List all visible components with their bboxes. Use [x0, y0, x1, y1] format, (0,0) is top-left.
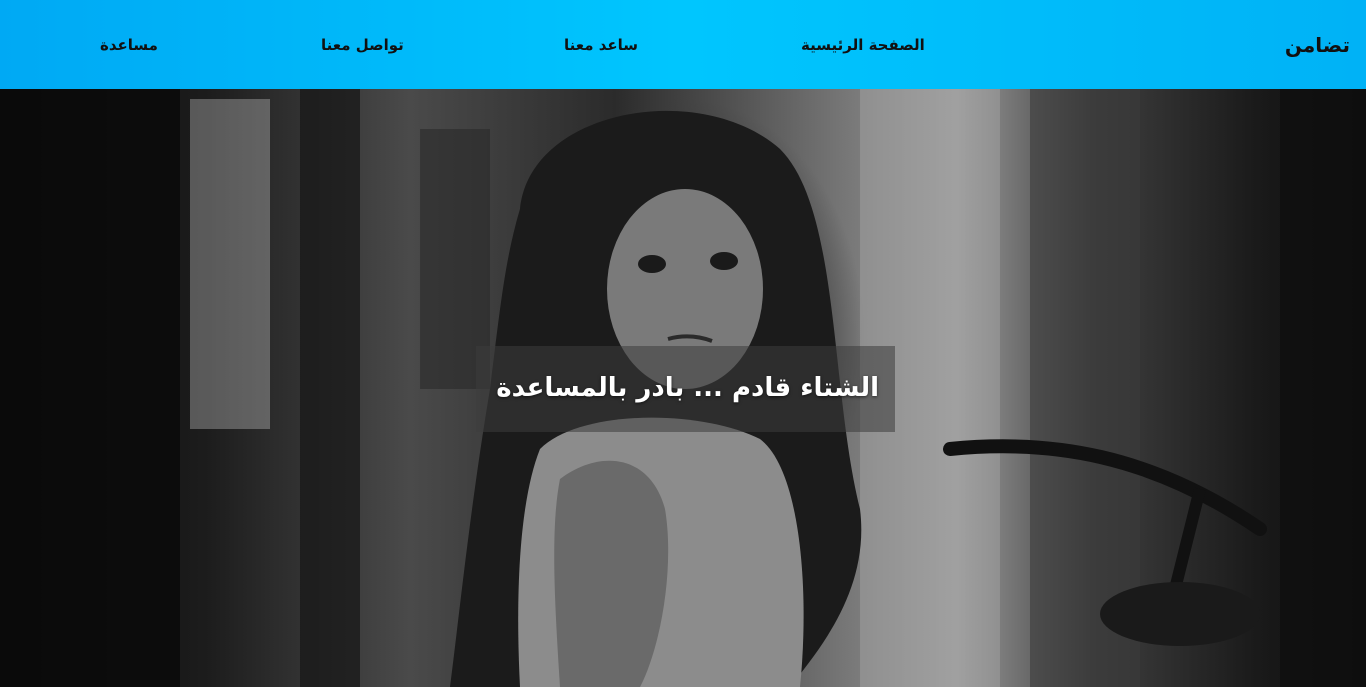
hero-caption-box: الشتاء قادم ... بادر بالمساعدة	[476, 346, 895, 432]
nav-link-help-us[interactable]: ساعد معنا	[564, 33, 638, 57]
nav-link-home[interactable]: الصفحة الرئيسية	[801, 33, 925, 57]
hero-headline: الشتاء قادم ... بادر بالمساعدة	[496, 373, 879, 403]
nav-link-contact[interactable]: تواصل معنا	[321, 33, 404, 57]
site-logo[interactable]: تضامن	[1285, 30, 1350, 60]
hero-banner: الشتاء قادم ... بادر بالمساعدة	[0, 89, 1366, 687]
nav-link-support[interactable]: مساعدة	[100, 33, 158, 57]
top-navbar: تضامن الصفحة الرئيسية ساعد معنا تواصل مع…	[0, 0, 1366, 89]
